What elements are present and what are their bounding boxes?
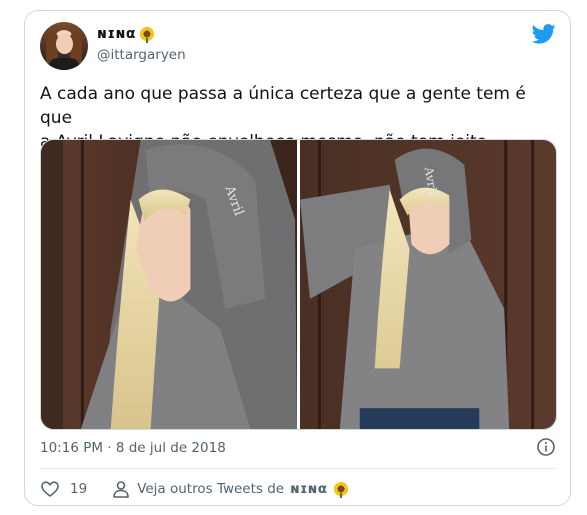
author-handle[interactable]: @ittargaryen [97, 47, 186, 63]
tweet-media: Avril Avril [40, 139, 557, 430]
tweet-actions: 19 Veja outros Tweets de ɴɪɴα [40, 479, 350, 499]
more-tweets-link[interactable]: Veja outros Tweets de ɴɪɴα [111, 479, 350, 499]
twitter-bird-icon[interactable] [532, 24, 556, 44]
person-icon [113, 481, 129, 498]
author-name[interactable]: ɴɪɴα [97, 26, 156, 43]
heart-icon [41, 481, 59, 497]
photo-right[interactable]: Avril [300, 140, 556, 429]
like-button[interactable]: 19 [40, 479, 87, 499]
photo-left[interactable]: Avril [41, 140, 297, 429]
more-tweets-name: ɴɪɴα [290, 481, 328, 497]
tweet-card: ɴɪɴα @ittargaryen A cada ano que passa a… [24, 10, 571, 506]
divider [40, 468, 555, 469]
sunflower-icon [139, 26, 156, 43]
sunflower-icon [333, 481, 350, 498]
more-tweets-label: Veja outros Tweets de [137, 481, 285, 497]
tweet-timestamp[interactable]: 10:16 PM · 8 de jul de 2018 [40, 440, 226, 456]
info-icon[interactable] [536, 437, 556, 457]
like-count: 19 [70, 481, 88, 497]
tweet-text-line-1: A cada ano que passa a única certeza que… [40, 84, 526, 128]
author-name-text: ɴɪɴα [97, 26, 137, 42]
avatar[interactable] [40, 22, 88, 70]
